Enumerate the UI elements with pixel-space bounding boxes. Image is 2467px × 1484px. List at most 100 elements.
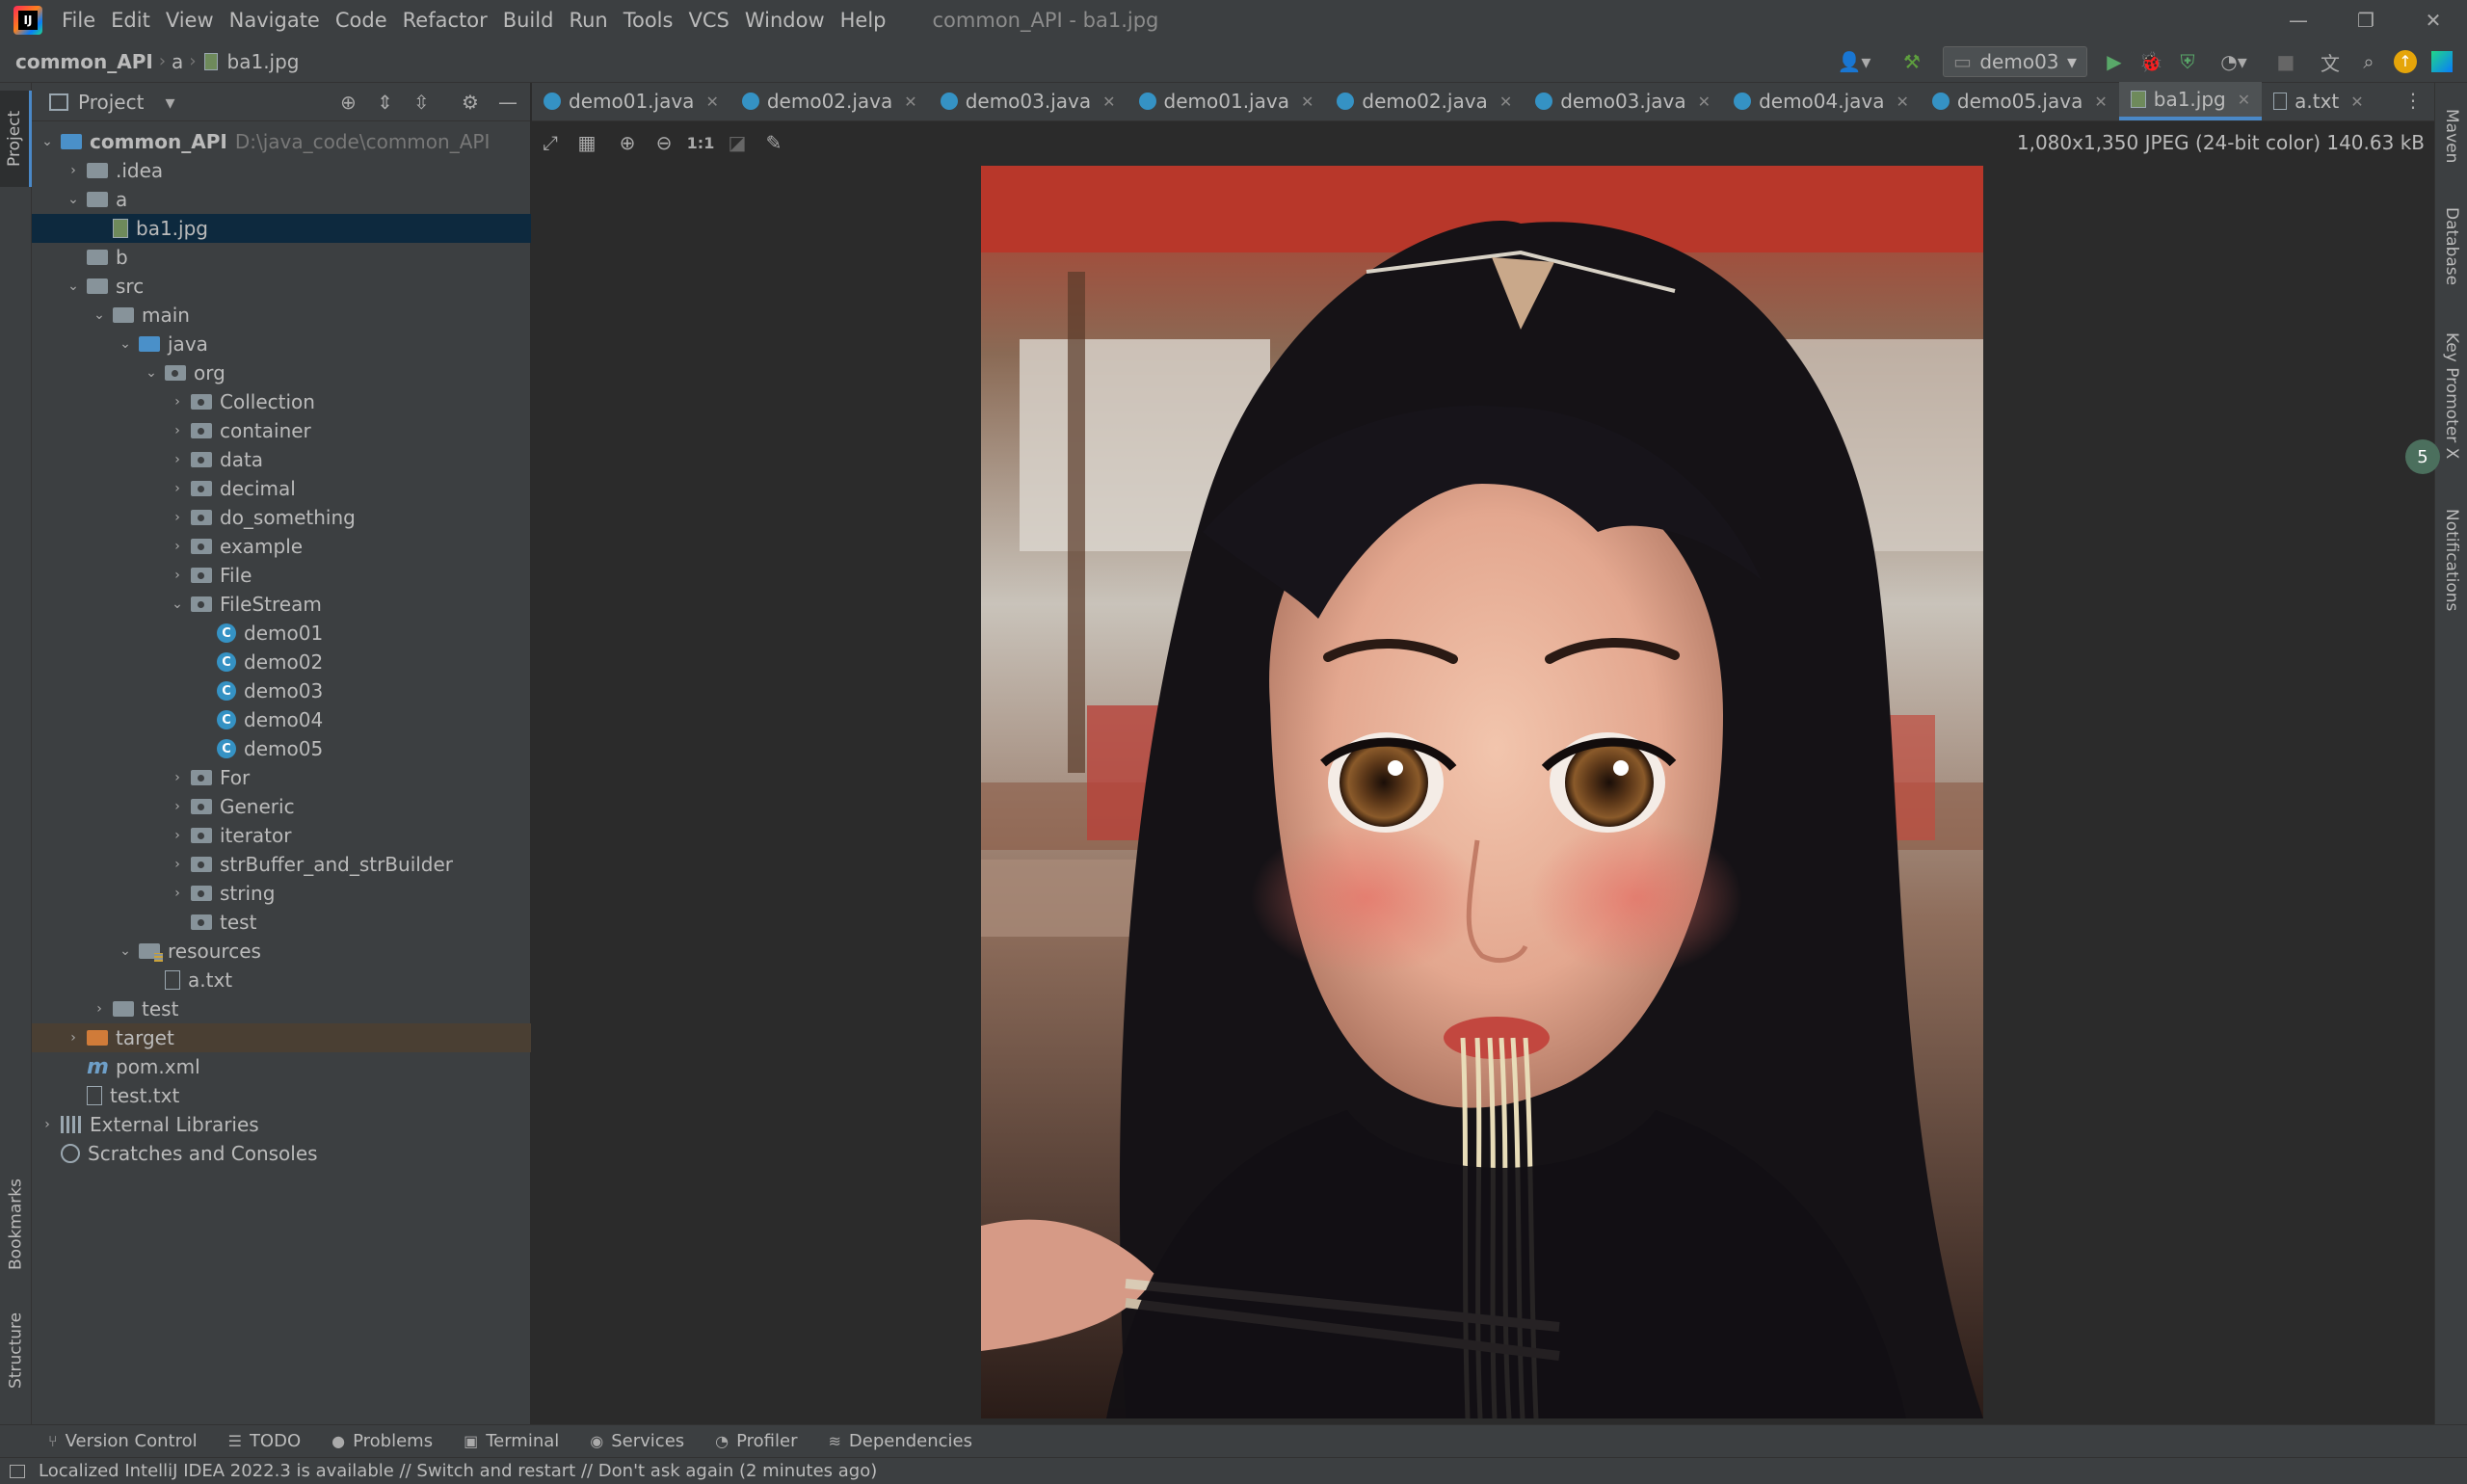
tree-node-collection[interactable]: › Collection (32, 387, 531, 416)
chevron-down-icon[interactable]: ⌄ (40, 134, 55, 149)
debug-button[interactable]: 🐞 (2134, 46, 2168, 77)
breadcrumb-project[interactable]: common_API (0, 50, 157, 73)
tree-node-scratches-and-consoles[interactable]: Scratches and Consoles (32, 1139, 531, 1168)
tree-node-demo03[interactable]: Cdemo03 (32, 676, 531, 705)
editor-tab-demo03-java[interactable]: demo03.java ✕ (1524, 82, 1722, 120)
tree-node-generic[interactable]: › Generic (32, 792, 531, 821)
menu-build[interactable]: Build (495, 9, 562, 32)
tree-node-target[interactable]: › target (32, 1023, 531, 1052)
chevron-right-icon[interactable]: › (170, 423, 185, 438)
close-window-button[interactable]: ✕ (2400, 0, 2467, 40)
menu-edit[interactable]: Edit (103, 9, 158, 32)
editor-tab-demo02-java[interactable]: demo02.java ✕ (1325, 82, 1524, 120)
chevron-right-icon[interactable]: › (170, 481, 185, 496)
gear-icon[interactable]: ⚙ (462, 91, 479, 114)
tree-node-org[interactable]: ⌄ org (32, 358, 531, 387)
tree-node-decimal[interactable]: › decimal (32, 474, 531, 503)
tree-node-file[interactable]: › File (32, 561, 531, 590)
chevron-down-icon[interactable]: ⌄ (118, 336, 133, 352)
translate-button[interactable]: 文 (2313, 46, 2348, 77)
tree-node-demo01[interactable]: Cdemo01 (32, 619, 531, 648)
chevron-right-icon[interactable]: › (170, 539, 185, 554)
breadcrumb-file[interactable]: ba1.jpg (224, 50, 304, 73)
menu-tools[interactable]: Tools (616, 9, 681, 32)
editor-tab-ba1-jpg[interactable]: ba1.jpg ✕ (2118, 82, 2263, 120)
profile-button[interactable]: ◔▾ (2209, 46, 2259, 77)
menu-file[interactable]: File (54, 9, 103, 32)
tree-node-a[interactable]: ⌄ a (32, 185, 531, 214)
breadcrumb-folder[interactable]: a (168, 50, 187, 73)
status-window-icon[interactable] (10, 1464, 25, 1478)
close-tab-icon[interactable]: ✕ (2094, 93, 2107, 111)
close-tab-icon[interactable]: ✕ (1499, 93, 1512, 111)
close-tab-icon[interactable]: ✕ (1698, 93, 1711, 111)
tree-node-for[interactable]: › For (32, 763, 531, 792)
tree-node-test-txt[interactable]: test.txt (32, 1081, 531, 1110)
zoom-out-button[interactable]: ⊖ (646, 127, 682, 158)
close-tab-icon[interactable]: ✕ (1897, 93, 1909, 111)
chevron-right-icon[interactable]: › (92, 1001, 107, 1017)
search-everywhere-button[interactable]: ⌕ (2351, 46, 2386, 77)
menu-window[interactable]: Window (737, 9, 833, 32)
tree-node-a-txt[interactable]: a.txt (32, 966, 531, 994)
build-button[interactable]: ⚒ (1893, 46, 1931, 77)
toggle-grid-button[interactable]: ▦ (569, 127, 605, 158)
collapse-all-icon[interactable]: ⇳ (413, 91, 430, 114)
menu-run[interactable]: Run (561, 9, 615, 32)
updates-button[interactable]: ↑ (2388, 46, 2423, 77)
tree-node-java[interactable]: ⌄ java (32, 330, 531, 358)
tree-node-b[interactable]: b (32, 243, 531, 272)
tree-node-test[interactable]: › test (32, 994, 531, 1023)
fit-window-button[interactable]: ⤢ (532, 127, 569, 158)
tree-node-idea[interactable]: › .idea (32, 156, 531, 185)
version-control-tab[interactable]: ⑂ Version Control (48, 1431, 198, 1451)
project-tool-tab[interactable]: Project (0, 91, 32, 187)
menu-view[interactable]: View (158, 9, 222, 32)
key-promoter-tool-tab[interactable]: Key Promoter X (2435, 324, 2467, 468)
close-tab-icon[interactable]: ✕ (2238, 91, 2250, 109)
expand-all-icon[interactable]: ⇕ (377, 91, 393, 114)
database-tool-tab[interactable]: Database (2435, 199, 2467, 295)
zoom-in-button[interactable]: ⊕ (609, 127, 646, 158)
structure-tool-tab[interactable]: Structure (0, 1297, 32, 1403)
editor-tab-demo03-java[interactable]: demo03.java ✕ (929, 82, 1127, 120)
color-picker-button[interactable]: ✎ (756, 127, 792, 158)
tree-node-external-libraries[interactable]: › External Libraries (32, 1110, 531, 1139)
chevron-down-icon[interactable]: ▾ (165, 91, 174, 114)
editor-tab-demo01-java[interactable]: demo01.java ✕ (1127, 82, 1326, 120)
tree-node-resources[interactable]: ⌄ resources (32, 937, 531, 966)
intellij-logo-icon[interactable]: IJ (13, 6, 42, 35)
stop-button[interactable]: ■ (2268, 46, 2303, 77)
tree-node-data[interactable]: › data (32, 445, 531, 474)
close-tab-icon[interactable]: ✕ (2350, 93, 2363, 111)
tree-node-iterator[interactable]: › iterator (32, 821, 531, 850)
tree-node-example[interactable]: › example (32, 532, 531, 561)
tree-node-ba1-jpg[interactable]: ba1.jpg (32, 214, 531, 243)
maven-tool-tab[interactable]: Maven (2435, 93, 2467, 179)
menu-vcs[interactable]: VCS (680, 9, 736, 32)
chevron-right-icon[interactable]: › (170, 452, 185, 467)
editor-tab-demo04-java[interactable]: demo04.java ✕ (1722, 82, 1921, 120)
tree-node-common-api[interactable]: ⌄ common_API D:\java_code\common_API (32, 127, 531, 156)
tree-node-demo04[interactable]: Cdemo04 (32, 705, 531, 734)
chevron-down-icon[interactable]: ⌄ (66, 192, 81, 207)
chevron-right-icon[interactable]: › (40, 1117, 55, 1132)
notifications-tool-tab[interactable]: Notifications (2435, 497, 2467, 623)
editor-tab-demo01-java[interactable]: demo01.java ✕ (532, 82, 730, 120)
hide-panel-icon[interactable]: — (498, 91, 517, 114)
chevron-right-icon[interactable]: › (170, 886, 185, 901)
menu-help[interactable]: Help (833, 9, 894, 32)
tree-node-filestream[interactable]: ⌄ FileStream (32, 590, 531, 619)
editor-tab-demo02-java[interactable]: demo02.java ✕ (730, 82, 929, 120)
todo-tab[interactable]: ☰ TODO (228, 1431, 302, 1451)
chevron-down-icon[interactable]: ⌄ (118, 943, 133, 959)
terminal-tab[interactable]: ▣ Terminal (464, 1431, 559, 1451)
chevron-right-icon[interactable]: › (170, 799, 185, 814)
close-tab-icon[interactable]: ✕ (705, 93, 718, 111)
tree-node-strbuffer-and-strbuilder[interactable]: › strBuffer_and_strBuilder (32, 850, 531, 879)
chevron-right-icon[interactable]: › (170, 568, 185, 583)
menu-refactor[interactable]: Refactor (395, 9, 495, 32)
chevron-right-icon[interactable]: › (170, 510, 185, 525)
notification-count-badge[interactable]: 5 (2405, 439, 2440, 474)
user-account-button[interactable]: 👤▾ (1833, 46, 1875, 77)
